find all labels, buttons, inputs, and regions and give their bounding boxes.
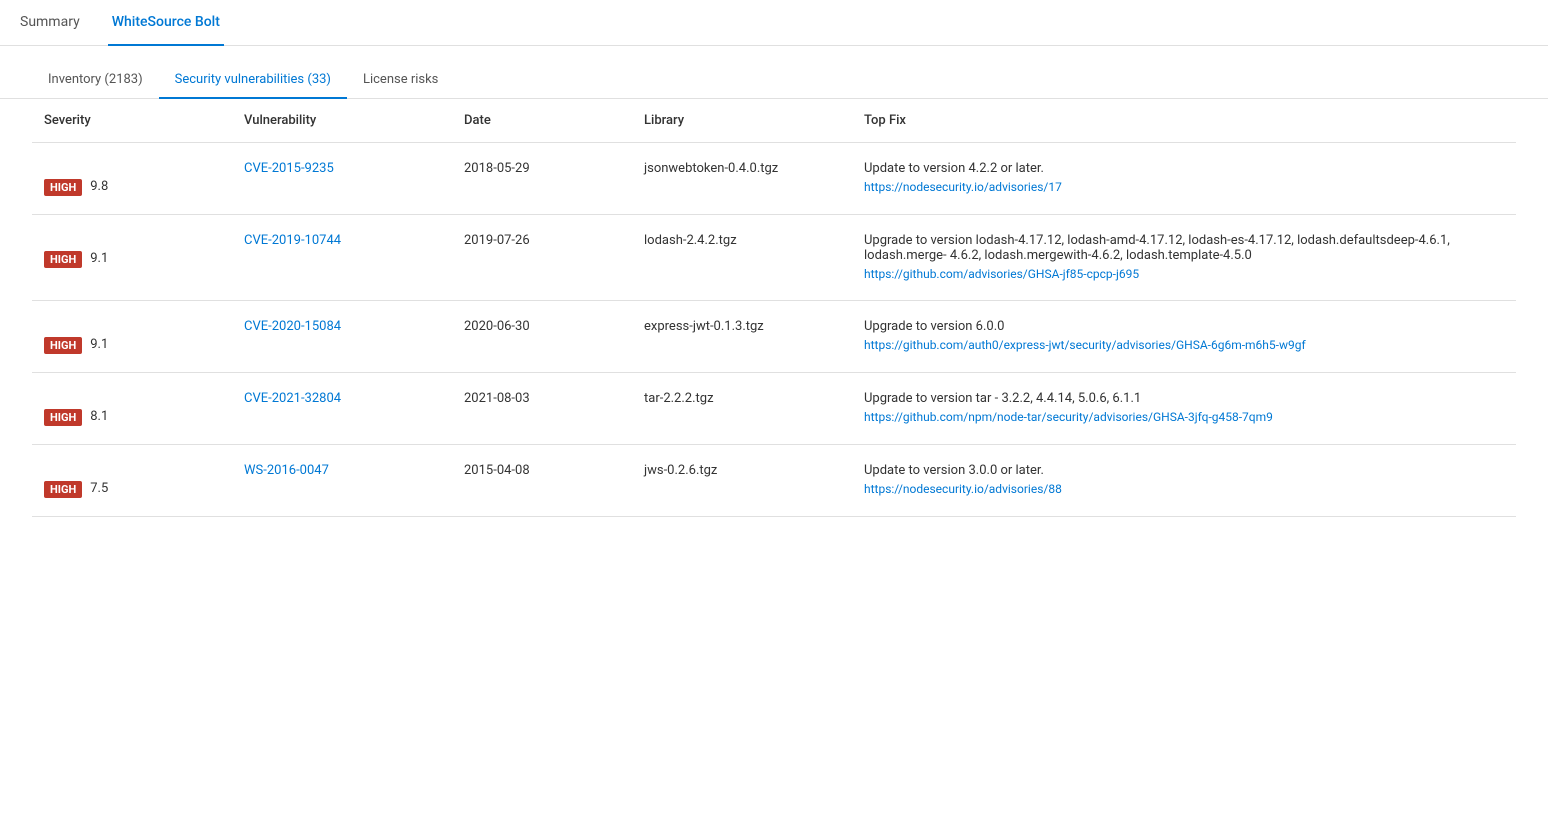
topfix-cell: Upgrade to version 6.0.0 https://github.… [852, 301, 1516, 373]
date-cell: 2020-06-30 [452, 301, 632, 373]
top-tabs-bar: Summary WhiteSource Bolt [0, 0, 1548, 46]
topfix-cell: Update to version 3.0.0 or later. https:… [852, 445, 1516, 517]
topfix-cell: Upgrade to version lodash-4.17.12, lodas… [852, 215, 1516, 301]
col-header-vulnerability: Vulnerability [232, 99, 452, 143]
severity-badge: HIGH [44, 251, 82, 268]
topfix-link[interactable]: https://nodesecurity.io/advisories/88 [864, 482, 1062, 496]
vulnerabilities-table: Severity Vulnerability Date Library Top … [32, 99, 1516, 517]
table-header-row: Severity Vulnerability Date Library Top … [32, 99, 1516, 143]
subtab-security-vulnerabilities[interactable]: Security vulnerabilities (33) [159, 62, 347, 99]
severity-cell: HIGH 9.1 [32, 301, 232, 373]
severity-cell: HIGH 7.5 [32, 445, 232, 517]
col-header-library: Library [632, 99, 852, 143]
severity-cell: HIGH 9.8 [32, 143, 232, 215]
topfix-text: Upgrade to version 6.0.0 [864, 319, 1504, 334]
vulnerability-link[interactable]: WS-2016-0047 [244, 463, 329, 478]
vulnerability-cell: CVE-2015-9235 [232, 143, 452, 215]
table-row: HIGH 9.1 CVE-2019-10744 2019-07-26lodash-… [32, 215, 1516, 301]
vulnerability-link[interactable]: CVE-2021-32804 [244, 391, 341, 406]
table-row: HIGH 8.1 CVE-2021-32804 2021-08-03tar-2.2… [32, 373, 1516, 445]
topfix-text: Update to version 4.2.2 or later. [864, 161, 1504, 176]
vulnerability-link[interactable]: CVE-2020-15084 [244, 319, 341, 334]
severity-badge: HIGH [44, 337, 82, 354]
topfix-cell: Upgrade to version tar - 3.2.2, 4.4.14, … [852, 373, 1516, 445]
date-cell: 2015-04-08 [452, 445, 632, 517]
library-cell: tar-2.2.2.tgz [632, 373, 852, 445]
date-cell: 2021-08-03 [452, 373, 632, 445]
library-cell: express-jwt-0.1.3.tgz [632, 301, 852, 373]
severity-score: 9.1 [90, 337, 108, 352]
topfix-text: Upgrade to version tar - 3.2.2, 4.4.14, … [864, 391, 1504, 406]
topfix-link[interactable]: https://github.com/npm/node-tar/security… [864, 410, 1273, 424]
sub-tabs-bar: Inventory (2183) Security vulnerabilitie… [0, 46, 1548, 99]
severity-cell: HIGH 8.1 [32, 373, 232, 445]
topfix-cell: Update to version 4.2.2 or later. https:… [852, 143, 1516, 215]
tab-summary[interactable]: Summary [16, 0, 84, 46]
vulnerability-cell: CVE-2020-15084 [232, 301, 452, 373]
date-cell: 2019-07-26 [452, 215, 632, 301]
severity-badge: HIGH [44, 481, 82, 498]
table-row: HIGH 9.8 CVE-2015-9235 2018-05-29jsonwebt… [32, 143, 1516, 215]
vulnerability-link[interactable]: CVE-2019-10744 [244, 233, 341, 248]
severity-score: 8.1 [90, 409, 108, 424]
date-cell: 2018-05-29 [452, 143, 632, 215]
topfix-text: Update to version 3.0.0 or later. [864, 463, 1504, 478]
tab-whitesource-bolt[interactable]: WhiteSource Bolt [108, 0, 224, 46]
col-header-topfix: Top Fix [852, 99, 1516, 143]
severity-score: 9.8 [90, 179, 108, 194]
topfix-link[interactable]: https://github.com/auth0/express-jwt/sec… [864, 338, 1306, 352]
severity-badge: HIGH [44, 179, 82, 196]
library-cell: jsonwebtoken-0.4.0.tgz [632, 143, 852, 215]
severity-score: 7.5 [90, 481, 108, 496]
vulnerability-cell: CVE-2021-32804 [232, 373, 452, 445]
table-row: HIGH 7.5 WS-2016-0047 2015-04-08jws-0.2.6… [32, 445, 1516, 517]
col-header-date: Date [452, 99, 632, 143]
topfix-link[interactable]: https://nodesecurity.io/advisories/17 [864, 180, 1062, 194]
col-header-severity: Severity [32, 99, 232, 143]
vulnerability-cell: WS-2016-0047 [232, 445, 452, 517]
library-cell: lodash-2.4.2.tgz [632, 215, 852, 301]
severity-cell: HIGH 9.1 [32, 215, 232, 301]
vulnerabilities-table-container: Severity Vulnerability Date Library Top … [0, 99, 1548, 517]
severity-score: 9.1 [90, 251, 108, 266]
topfix-link[interactable]: https://github.com/advisories/GHSA-jf85-… [864, 267, 1139, 281]
subtab-inventory[interactable]: Inventory (2183) [32, 62, 159, 99]
vulnerability-cell: CVE-2019-10744 [232, 215, 452, 301]
library-cell: jws-0.2.6.tgz [632, 445, 852, 517]
table-row: HIGH 9.1 CVE-2020-15084 2020-06-30express… [32, 301, 1516, 373]
topfix-text: Upgrade to version lodash-4.17.12, lodas… [864, 233, 1504, 263]
severity-badge: HIGH [44, 409, 82, 426]
vulnerability-link[interactable]: CVE-2015-9235 [244, 161, 334, 176]
subtab-license-risks[interactable]: License risks [347, 62, 454, 99]
